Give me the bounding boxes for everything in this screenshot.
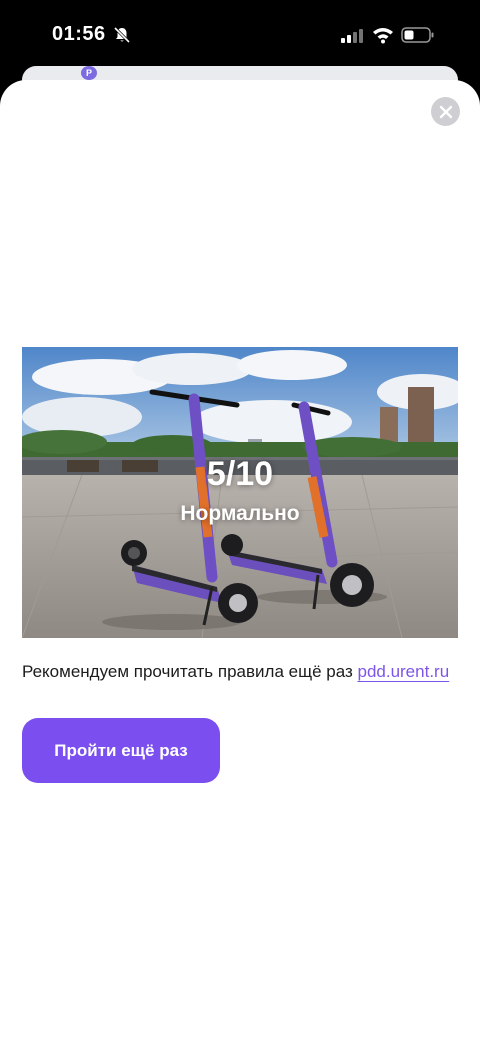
recommendation-text: Рекомендуем прочитать правила ещё раз pd… [22,662,462,682]
battery-icon [401,27,434,43]
rules-link[interactable]: pdd.urent.ru [357,662,449,681]
close-icon [439,105,452,118]
retry-button[interactable]: Пройти ещё раз [22,718,220,783]
score-value: 5/10 [206,455,274,493]
close-button[interactable] [431,97,460,126]
parking-pin: P [81,66,97,80]
cellular-signal-icon [341,29,363,43]
result-image: 5/10 Нормально [22,347,458,638]
recommendation-message: Рекомендуем прочитать правила ещё раз [22,662,358,681]
status-bar: 01:56 [0,0,480,72]
wifi-icon [373,28,393,44]
status-time: 01:56 [52,23,106,45]
bell-slash-icon [113,26,131,44]
score-rating: Нормально [180,502,300,525]
